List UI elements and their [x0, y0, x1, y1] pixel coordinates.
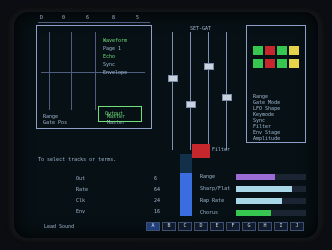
right-list-item[interactable]: Amplitude	[253, 136, 280, 142]
waveform-option[interactable]: Sync	[103, 62, 115, 68]
fader-track	[226, 32, 227, 150]
keyboard-cell[interactable]	[253, 46, 263, 55]
tab-button[interactable]: H	[258, 222, 272, 231]
waveform-option[interactable]: Envelope	[103, 70, 127, 76]
fader-knob[interactable]	[222, 93, 232, 101]
waveform-gridline	[49, 32, 50, 110]
bar-label: Range	[200, 174, 216, 180]
output-box[interactable]: Output	[98, 106, 142, 122]
param-label: Rate	[76, 187, 89, 193]
ruler-label: 8	[112, 15, 116, 21]
bar-track	[236, 198, 306, 204]
bar-fill	[236, 198, 282, 204]
fader-knob[interactable]	[168, 74, 178, 82]
ruler-label: D	[40, 15, 44, 21]
right-panel: Range Gate Mode LFO Shape Keymode Sync F…	[246, 25, 306, 143]
keyboard-cell[interactable]	[289, 59, 299, 68]
param-value[interactable]: 16	[154, 209, 160, 215]
computer-monitor: D 0 6 8 5 Waveform Page 1 Echo Sync Enve…	[0, 0, 332, 250]
keyboard-cell[interactable]	[289, 46, 299, 55]
bottom-label: Lead Sound	[44, 224, 75, 230]
tab-button[interactable]: C	[178, 222, 192, 231]
param-value[interactable]: 24	[154, 198, 160, 204]
keyboard-cell[interactable]	[265, 46, 275, 55]
param-value[interactable]: 6	[154, 176, 157, 182]
tab-button[interactable]: G	[242, 222, 256, 231]
ruler-label: 6	[86, 15, 90, 21]
ruler-label: 5	[136, 15, 140, 21]
waveform-gridline	[41, 72, 145, 73]
param-value[interactable]: 64	[154, 187, 160, 193]
tab-button[interactable]: I	[274, 222, 288, 231]
keyboard-cell[interactable]	[277, 59, 287, 68]
bar-track	[236, 186, 306, 192]
fader-knob[interactable]	[204, 63, 214, 71]
param-label: Out	[76, 176, 86, 182]
tab-button[interactable]: D	[194, 222, 208, 231]
keyboard-grid	[253, 46, 299, 90]
bar-fill	[236, 186, 292, 192]
waveform-option[interactable]: Waveform	[103, 38, 127, 44]
keyboard-cell[interactable]	[277, 46, 287, 55]
fader-track	[190, 32, 191, 150]
tab-button[interactable]: A	[146, 222, 160, 231]
waveform-option[interactable]: Page 1	[103, 46, 121, 52]
red-indicator	[192, 144, 210, 158]
waveform-gridline	[71, 32, 72, 110]
bar-fill	[236, 174, 275, 180]
tab-button[interactable]: F	[226, 222, 240, 231]
fader-indicator-label: Filter	[212, 147, 231, 153]
bar-label: Chorus	[200, 210, 219, 216]
param-label: Clk	[76, 198, 86, 204]
bar-label: Rap Rate	[200, 198, 225, 204]
ruler-label: 0	[62, 15, 66, 21]
fader-knob[interactable]	[186, 101, 196, 109]
waveform-gridline	[95, 32, 96, 110]
fader-track	[172, 32, 173, 150]
output-box-label: Output	[105, 111, 124, 117]
tab-button[interactable]: J	[290, 222, 304, 231]
bar-fill	[236, 210, 271, 216]
fader-track	[208, 32, 209, 150]
vertical-meter-fill	[180, 172, 192, 216]
bar-track	[236, 210, 306, 216]
ruler-line	[38, 22, 150, 23]
keyboard-cell[interactable]	[265, 59, 275, 68]
bar-group	[236, 172, 306, 220]
tab-button[interactable]: B	[162, 222, 176, 231]
status-line: To select tracks or terms.	[38, 157, 117, 163]
waveform-option[interactable]: Echo	[103, 54, 115, 60]
param-label: Env	[76, 209, 86, 215]
tab-button[interactable]: E	[210, 222, 224, 231]
screen: D 0 6 8 5 Waveform Page 1 Echo Sync Enve…	[14, 12, 318, 238]
bar-track	[236, 174, 306, 180]
readout-label: Gate Pos	[43, 120, 68, 126]
tab-strip: ABCDEFGHIJ	[146, 222, 306, 231]
vertical-meter	[180, 154, 192, 216]
keyboard-cell[interactable]	[253, 59, 263, 68]
bar-label: Sharp/Flat	[200, 186, 231, 192]
